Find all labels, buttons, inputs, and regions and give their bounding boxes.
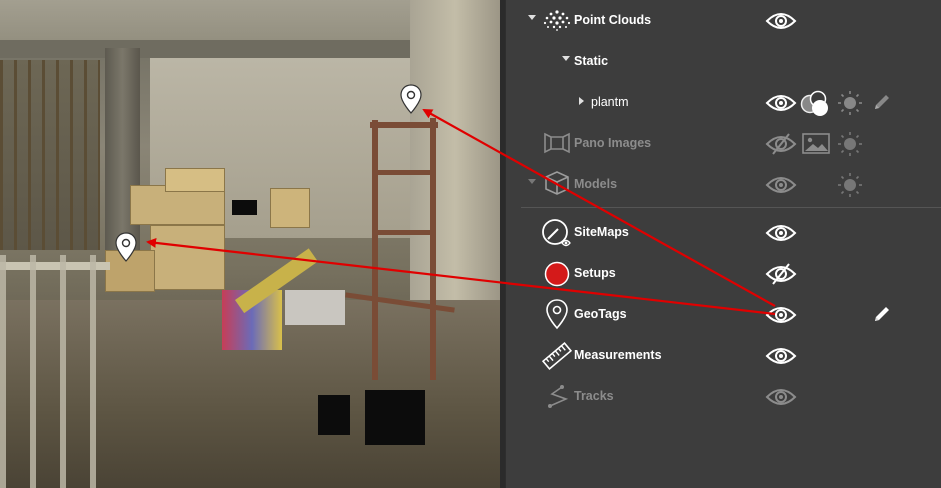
timber-stack (150, 225, 225, 290)
timber-stack (270, 188, 310, 228)
layer-label: Setups (574, 266, 616, 280)
timber-stack (165, 168, 225, 192)
geotag-pin-2[interactable] (115, 232, 137, 267)
layer-row-setups[interactable]: Setups (506, 253, 941, 294)
layers-panel: Point Clouds Static plantm Pano Images M… (505, 0, 941, 488)
eye-icon[interactable] (765, 223, 797, 248)
scan-gap (232, 200, 257, 215)
panorama-icon (544, 132, 570, 159)
image-icon (802, 133, 830, 160)
chevron-down-icon[interactable] (528, 15, 536, 20)
eye-slash-icon (765, 133, 797, 159)
map-pin-icon (400, 84, 422, 114)
chevron-right-icon[interactable] (579, 97, 584, 105)
eye-icon (765, 175, 797, 200)
color-circles-icon[interactable] (800, 88, 832, 123)
eye-icon[interactable] (765, 305, 797, 330)
chevron-down-icon (528, 179, 536, 184)
eye-icon[interactable] (765, 11, 797, 36)
layer-row-plantm[interactable]: plantm (506, 82, 941, 123)
map-pin-icon (546, 299, 568, 334)
white-box (285, 290, 345, 325)
pencil-icon[interactable] (872, 92, 892, 117)
ruler-icon (541, 341, 573, 376)
layer-label: Point Clouds (574, 13, 652, 27)
setup-dot-icon (544, 261, 570, 292)
chevron-down-icon[interactable] (562, 56, 570, 61)
layer-row-models: Models (506, 164, 941, 205)
layer-row-tracks: Tracks (506, 376, 941, 417)
layer-label: GeoTags (574, 307, 627, 321)
layer-row-static[interactable]: Static (506, 41, 941, 82)
point-cloud-viewport[interactable] (0, 0, 500, 488)
layer-label: plantm (591, 95, 629, 109)
layer-row-pano-images: Pano Images (506, 123, 941, 164)
layer-label: Measurements (574, 348, 662, 362)
eye-slash-icon[interactable] (765, 263, 797, 289)
eye-icon (765, 387, 797, 412)
layer-label: SiteMaps (574, 225, 629, 239)
scaffold-bar (370, 122, 438, 128)
scaffold-post (430, 118, 436, 380)
track-path-icon (546, 384, 572, 415)
layer-row-geotags[interactable]: GeoTags (506, 294, 941, 335)
layer-row-point-clouds[interactable]: Point Clouds (506, 0, 941, 41)
sun-icon (837, 131, 863, 162)
ceiling-beam (0, 40, 445, 58)
layer-label: Static (574, 54, 609, 68)
sitemap-compass-icon (540, 217, 572, 254)
geotag-pin-1[interactable] (400, 84, 422, 119)
sun-icon (837, 172, 863, 203)
foreground-railing (0, 255, 110, 488)
map-pin-icon (115, 232, 137, 262)
layer-row-sitemaps[interactable]: SiteMaps (506, 212, 941, 253)
scaffold-post (372, 120, 378, 380)
scaffolding (0, 60, 100, 250)
layer-label: Models (574, 177, 618, 191)
point-cloud-icon (542, 8, 572, 37)
sun-icon[interactable] (837, 90, 863, 121)
eye-icon[interactable] (765, 346, 797, 371)
pencil-icon[interactable] (872, 304, 892, 329)
cube-model-icon (543, 169, 571, 202)
layer-label: Pano Images (574, 136, 652, 150)
layer-label: Tracks (574, 389, 614, 403)
scaffold-bar (372, 170, 436, 175)
scaffold-bar (372, 230, 436, 235)
layer-row-measurements[interactable]: Measurements (506, 335, 941, 376)
scan-gap (318, 395, 350, 435)
scan-gap (365, 390, 425, 445)
section-divider (521, 207, 941, 208)
eye-icon[interactable] (765, 93, 797, 118)
